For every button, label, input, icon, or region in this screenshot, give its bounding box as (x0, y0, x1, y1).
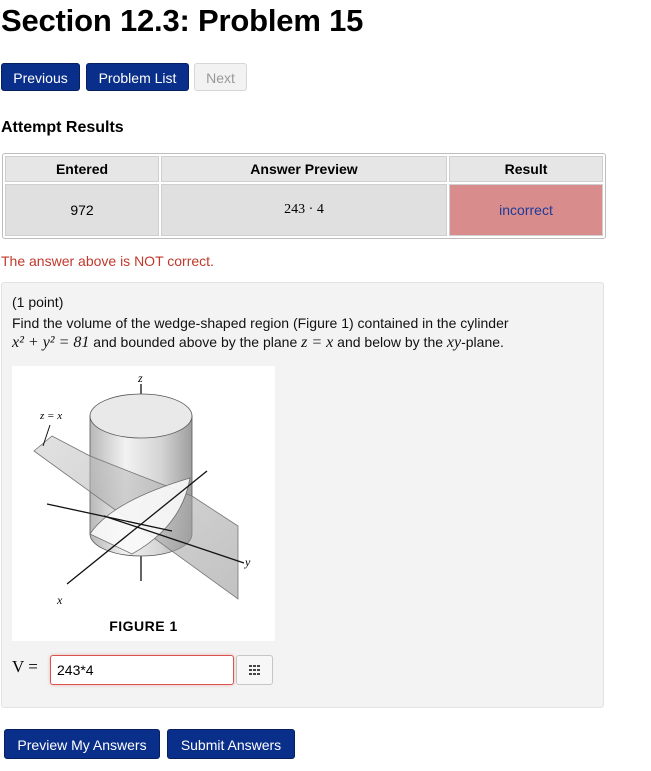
plane-equation: z = x (301, 334, 334, 351)
figure-1: z y x z = x FIGURE 1 (12, 366, 275, 641)
xy-symbol: xy (446, 334, 462, 351)
column-header-entered: Entered (5, 156, 159, 182)
incorrect-message: The answer above is NOT correct. (1, 253, 214, 269)
result-badge: incorrect (449, 184, 603, 236)
problem-text-line1: Find the volume of the wedge-shaped regi… (12, 315, 509, 331)
equation-keyboard-button[interactable] (236, 655, 273, 685)
page-title: Section 12.3: Problem 15 (1, 3, 364, 38)
keypad-icon (249, 665, 260, 675)
problem-text-bounded: and bounded above by the plane (89, 334, 302, 350)
answer-label: V = (12, 657, 38, 676)
problem-text-below: and below by the (333, 334, 447, 350)
cylinder-equation: x² + y² = 81 (12, 334, 90, 351)
problem-text-plane-end: -plane. (461, 334, 504, 350)
column-header-answer-preview: Answer Preview (161, 156, 447, 182)
problem-text-line2: x² + y² = 81 and bounded above by the pl… (12, 334, 504, 352)
figure-caption: FIGURE 1 (109, 618, 178, 634)
axis-label-z: z (137, 371, 143, 385)
table-row: 972 243 · 4 incorrect (5, 184, 603, 236)
submit-answers-button[interactable]: Submit Answers (167, 729, 295, 759)
attempt-results-heading: Attempt Results (1, 119, 124, 136)
column-header-result: Result (449, 156, 603, 182)
previous-button[interactable]: Previous (1, 63, 80, 91)
preview-answers-button[interactable]: Preview My Answers (4, 729, 160, 759)
axis-label-y: y (244, 555, 251, 569)
wedge-figure-image: z y x z = x (33, 371, 251, 607)
attempt-results-table: Entered Answer Preview Result 972 243 · … (2, 153, 606, 239)
next-button[interactable]: Next (194, 63, 247, 91)
problem-panel: (1 point) Find the volume of the wedge-s… (1, 282, 604, 708)
volume-answer-input[interactable]: 243*4 (50, 655, 234, 685)
problem-list-button[interactable]: Problem List (86, 63, 189, 91)
answer-preview: 243 · 4 (161, 184, 447, 236)
entered-value: 972 (5, 184, 159, 236)
plane-label: z = x (39, 410, 62, 422)
problem-points: (1 point) (12, 294, 64, 310)
axis-label-x: x (56, 593, 63, 607)
